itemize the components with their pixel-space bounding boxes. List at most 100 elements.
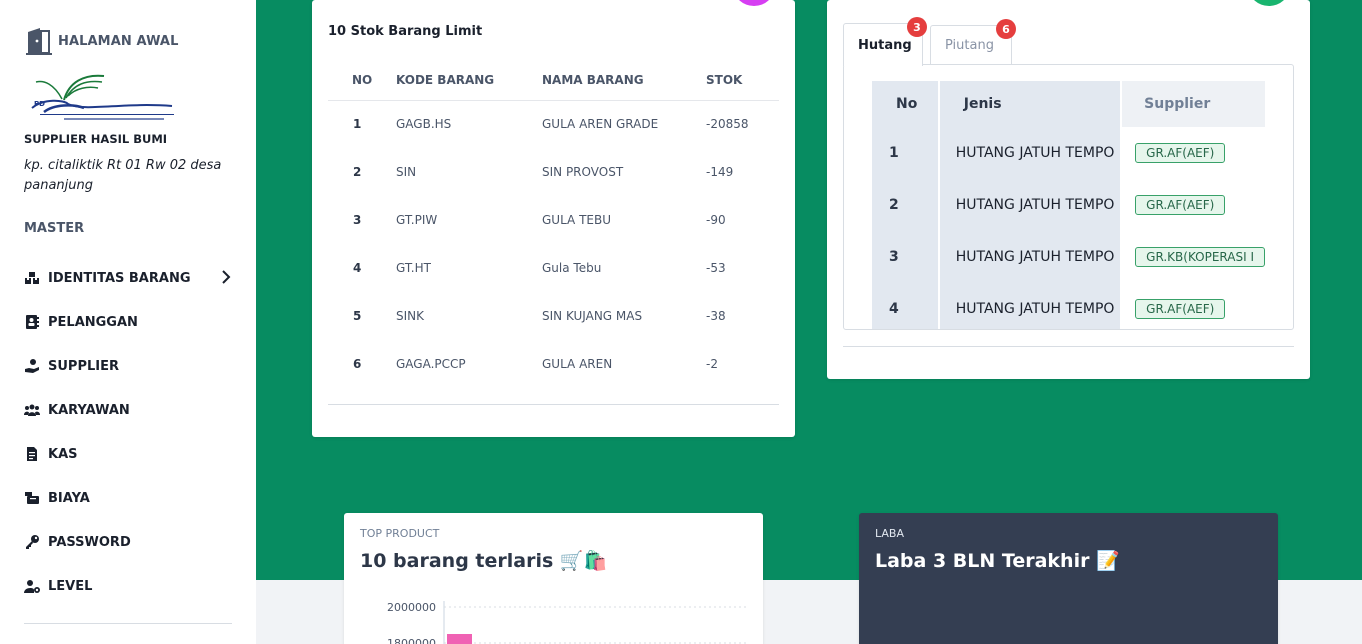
sidebar-item-label: SUPPLIER	[48, 358, 119, 374]
company-name: SUPPLIER HASIL BUMI	[24, 132, 168, 146]
column-header-nama: NAMA BARANG	[542, 60, 706, 101]
debt-tab-panel: No Jenis Supplier 1 HUTANG JATUH TEMPO G…	[843, 64, 1294, 330]
cell-supplier: GR.AF(AEF)	[1120, 283, 1265, 329]
address-book-icon	[26, 315, 39, 329]
column-header-no: NO	[328, 60, 396, 101]
supplier-tag: GR.AF(AEF)	[1135, 195, 1226, 215]
brand-title: HALAMAN AWAL	[58, 33, 179, 49]
sidebar-divider	[24, 623, 232, 624]
cell-nama: GULA TEBU	[542, 213, 611, 227]
cell-no: 2	[872, 179, 938, 231]
cell-nama: Gula Tebu	[542, 261, 602, 275]
top-product-chart: 2000000 1800000	[387, 601, 746, 644]
cell-stok: -2	[706, 357, 718, 371]
cell-stok: -90	[706, 213, 726, 227]
table-row: 4 HUTANG JATUH TEMPO GR.AF(AEF)	[872, 283, 1265, 329]
supplier-tag: GR.AF(AEF)	[1135, 299, 1226, 319]
cell-stok: -38	[706, 309, 726, 323]
hand-holding-icon	[25, 359, 39, 373]
column-header-stok: STOK	[706, 60, 779, 101]
column-header-kode: KODE BARANG	[396, 60, 542, 101]
tab-label: Hutang	[858, 37, 912, 53]
sidebar-item-pelanggan[interactable]: PELANGGAN	[24, 300, 234, 344]
table-row: 2 HUTANG JATUH TEMPO GR.AF(AEF)	[872, 179, 1265, 231]
card-divider	[843, 346, 1294, 347]
cell-no: 3	[353, 213, 362, 227]
stock-table: NO KODE BARANG NAMA BARANG STOK 1 GAGB.H…	[328, 60, 779, 388]
cell-supplier: GR.AF(AEF)	[1120, 179, 1265, 231]
sidebar-item-label: LEVEL	[48, 578, 93, 594]
users-icon	[24, 404, 40, 416]
cell-kode: GT.PIW	[396, 213, 438, 227]
cell-jenis: HUTANG JATUH TEMPO	[937, 283, 1121, 329]
chevron-right-icon	[222, 270, 231, 284]
table-row: 5 SINK SIN KUJANG MAS -38	[328, 292, 779, 340]
sidebar-item-kas[interactable]: KAS	[24, 432, 234, 476]
cell-no: 2	[353, 165, 362, 179]
master-section-title: MASTER	[24, 221, 85, 236]
table-row: 1 GAGB.HS GULA AREN GRADE -20858	[328, 100, 779, 148]
table-row: 2 SIN SIN PROVOST -149	[328, 148, 779, 196]
column-header-supplier: Supplier	[1120, 81, 1265, 127]
sidebar-item-label: PASSWORD	[48, 534, 131, 550]
table-row: 3 GT.PIW GULA TEBU -90	[328, 196, 779, 244]
table-row: 3 HUTANG JATUH TEMPO GR.KB(KOPERASI I	[872, 231, 1265, 283]
cell-kode: GAGB.HS	[396, 117, 452, 132]
debt-card: Hutang 3 Piutang 6 No Jenis Supplier 1 H…	[827, 0, 1310, 379]
sidebar-item-label: IDENTITAS BARANG	[48, 270, 191, 286]
laba-card: LABA Laba 3 BLN Terakhir 📝	[859, 513, 1278, 644]
table-header-row: NO KODE BARANG NAMA BARANG STOK	[328, 60, 779, 101]
sidebar-item-identitas-barang[interactable]: IDENTITAS BARANG	[24, 256, 234, 300]
cell-kode: SIN	[396, 165, 417, 179]
cell-no: 5	[353, 309, 362, 323]
cell-nama: GULA AREN GRADE	[542, 117, 659, 132]
table-row: 4 GT.HT Gula Tebu -53	[328, 244, 779, 292]
company-address: kp. citaliktik Rt 01 Rw 02 desa pananjun…	[24, 158, 222, 193]
sidebar-item-biaya[interactable]: BIAYA	[24, 476, 234, 520]
sidebar: HALAMAN AWAL PD SUPPLIER HASIL BUMI kp. …	[0, 0, 256, 644]
sidebar-item-supplier[interactable]: SUPPLIER	[24, 344, 234, 388]
top-product-caption: TOP PRODUCT	[360, 527, 440, 540]
sidebar-item-karyawan[interactable]: KARYAWAN	[24, 388, 234, 432]
sidebar-item-label: KAS	[48, 446, 78, 462]
boxes-icon	[25, 272, 39, 284]
y-tick-label: 2000000	[387, 601, 436, 614]
hutang-count-badge: 3	[907, 17, 927, 37]
sidebar-menu: IDENTITAS BARANG PELANGGAN SUPPLIER KARY…	[24, 256, 234, 608]
door-open-icon	[26, 28, 52, 55]
y-tick-label: 1800000	[387, 637, 436, 644]
cell-nama: SIN PROVOST	[542, 165, 624, 179]
cash-register-icon	[25, 492, 39, 504]
sidebar-item-password[interactable]: PASSWORD	[24, 520, 234, 564]
cell-no: 4	[353, 261, 362, 275]
laba-caption: LABA	[875, 527, 904, 540]
cell-supplier: GR.AF(AEF)	[1120, 127, 1265, 179]
sidebar-item-label: KARYAWAN	[48, 402, 130, 418]
brand-link[interactable]: HALAMAN AWAL	[24, 26, 178, 56]
table-header-row: No Jenis Supplier	[872, 81, 1265, 127]
cell-stok: -53	[706, 261, 726, 275]
cell-kode: GT.HT	[396, 261, 431, 275]
cell-jenis: HUTANG JATUH TEMPO	[937, 179, 1121, 231]
column-header-jenis: Jenis	[937, 81, 1121, 127]
sidebar-item-label: PELANGGAN	[48, 314, 138, 330]
cell-nama: SIN KUJANG MAS	[542, 309, 643, 323]
cell-no: 4	[872, 283, 938, 329]
debt-table: No Jenis Supplier 1 HUTANG JATUH TEMPO G…	[872, 81, 1265, 329]
cell-no: 1	[872, 127, 938, 179]
cell-stok: -20858	[706, 117, 749, 132]
top-product-card: TOP PRODUCT 10 barang terlaris 🛒🛍️ 20000…	[344, 513, 763, 644]
cell-kode: SINK	[396, 309, 425, 323]
chart-bar	[447, 634, 472, 644]
sidebar-item-level[interactable]: LEVEL	[24, 564, 234, 608]
top-product-title: 10 barang terlaris 🛒🛍️	[360, 550, 608, 572]
cell-jenis: HUTANG JATUH TEMPO	[937, 127, 1121, 179]
cell-supplier: GR.KB(KOPERASI I	[1120, 231, 1265, 283]
sidebar-item-label: BIAYA	[48, 490, 90, 506]
file-invoice-icon	[27, 447, 37, 461]
cell-jenis: HUTANG JATUH TEMPO	[937, 231, 1121, 283]
svg-text:PD: PD	[34, 100, 45, 108]
table-row: 6 GAGA.PCCP GULA AREN -2	[328, 340, 779, 388]
cell-no: 3	[872, 231, 938, 283]
laba-title: Laba 3 BLN Terakhir 📝	[875, 550, 1120, 572]
